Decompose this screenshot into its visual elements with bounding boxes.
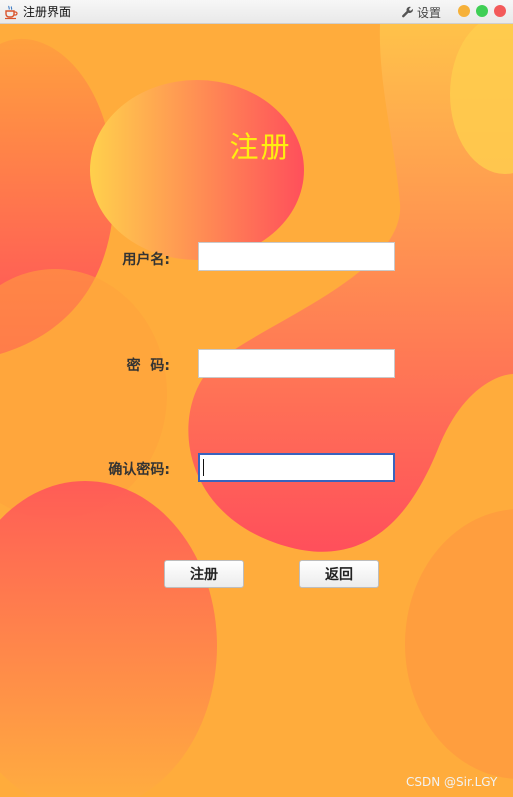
watermark: CSDN @Sir.LGY — [406, 775, 498, 789]
password-field[interactable] — [198, 349, 395, 378]
confirm-password-field[interactable] — [198, 453, 395, 482]
settings-button[interactable]: 设置 — [401, 4, 441, 20]
page-title: 注册 — [229, 130, 292, 164]
window-title-bar[interactable]: 注册界面 设置 — [0, 0, 513, 24]
text-caret — [203, 459, 204, 476]
window-title: 注册界面 — [23, 5, 72, 19]
close-button[interactable] — [494, 5, 506, 17]
register-panel: 注册 用户名: 密 码: 确认密码: 注册 返回 CSDN @Sir.LGY — [0, 24, 513, 797]
maximize-button[interactable] — [476, 5, 488, 17]
username-field[interactable] — [198, 242, 395, 271]
wrench-icon — [402, 6, 413, 17]
password-label: 密 码: — [126, 358, 170, 374]
settings-label: 设置 — [417, 5, 442, 20]
minimize-button[interactable] — [458, 5, 470, 17]
java-coffee-cup-icon — [5, 5, 18, 20]
confirm-password-label: 确认密码: — [108, 462, 170, 478]
username-label: 用户名: — [122, 252, 170, 268]
register-button[interactable]: 注册 — [164, 560, 244, 588]
back-button[interactable]: 返回 — [299, 560, 379, 588]
